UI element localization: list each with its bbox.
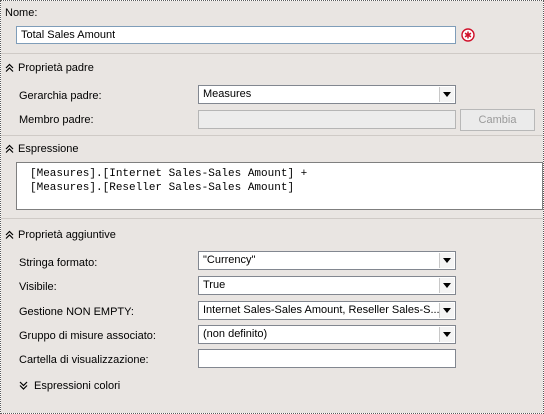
membro-padre-field <box>198 110 456 129</box>
expression-line-2: [Measures].[Reseller Sales-Sales Amount] <box>30 182 295 194</box>
non-empty-label: Gestione NON EMPTY: <box>19 306 134 318</box>
name-input-value: Total Sales Amount <box>21 29 116 41</box>
non-empty-dropdown[interactable]: Internet Sales-Sales Amount, Reseller Sa… <box>198 301 456 320</box>
collapse-icon[interactable] <box>5 230 14 241</box>
display-folder-input[interactable] <box>198 349 456 368</box>
expression-line-1: [Measures].[Internet Sales-Sales Amount]… <box>30 168 308 180</box>
expression-section: Espressione [Measures].[Internet Sales-S… <box>1 136 543 218</box>
visible-label: Visibile: <box>19 281 57 293</box>
change-button[interactable]: Cambia <box>460 109 535 131</box>
chevron-down-icon[interactable] <box>439 303 454 318</box>
name-input[interactable]: Total Sales Amount <box>16 26 456 44</box>
additional-properties-section: Proprietà aggiuntive Stringa formato: "C… <box>1 219 543 413</box>
expression-editor[interactable]: [Measures].[Internet Sales-Sales Amount]… <box>16 162 543 210</box>
non-empty-value: Internet Sales-Sales Amount, Reseller Sa… <box>203 304 440 316</box>
measure-group-value: (non definito) <box>203 328 268 340</box>
format-string-value: "Currency" <box>203 254 256 266</box>
calculation-properties-panel: Nome: Total Sales Amount Proprietà padre… <box>0 0 544 414</box>
measure-group-dropdown[interactable]: (non definito) <box>198 325 456 344</box>
name-section: Nome: Total Sales Amount <box>1 1 543 53</box>
expression-header: Espressione <box>18 143 79 155</box>
gerarchia-padre-value: Measures <box>203 88 252 100</box>
format-string-label: Stringa formato: <box>19 257 98 269</box>
name-label: Nome: <box>5 7 38 19</box>
parent-properties-header: Proprietà padre <box>18 62 94 74</box>
chevron-down-icon[interactable] <box>439 87 454 102</box>
chevron-down-icon[interactable] <box>439 327 454 342</box>
expand-icon[interactable] <box>19 381 28 392</box>
collapse-icon[interactable] <box>5 144 14 155</box>
measure-group-label: Gruppo di misure associato: <box>19 330 156 342</box>
additional-properties-header: Proprietà aggiuntive <box>18 229 116 241</box>
gerarchia-padre-dropdown[interactable]: Measures <box>198 85 456 104</box>
membro-padre-label: Membro padre: <box>19 114 94 126</box>
chevron-down-icon[interactable] <box>439 253 454 268</box>
color-expressions-label[interactable]: Espressioni colori <box>34 379 120 393</box>
collapse-icon[interactable] <box>5 63 14 74</box>
visible-dropdown[interactable]: True <box>198 276 456 295</box>
display-folder-label: Cartella di visualizzazione: <box>19 354 149 366</box>
error-icon <box>461 28 475 42</box>
visible-value: True <box>203 279 226 291</box>
parent-properties-section: Proprietà padre Gerarchia padre: Measure… <box>1 54 543 135</box>
chevron-down-icon[interactable] <box>439 278 454 293</box>
format-string-dropdown[interactable]: "Currency" <box>198 251 456 270</box>
gerarchia-padre-label: Gerarchia padre: <box>19 90 102 102</box>
